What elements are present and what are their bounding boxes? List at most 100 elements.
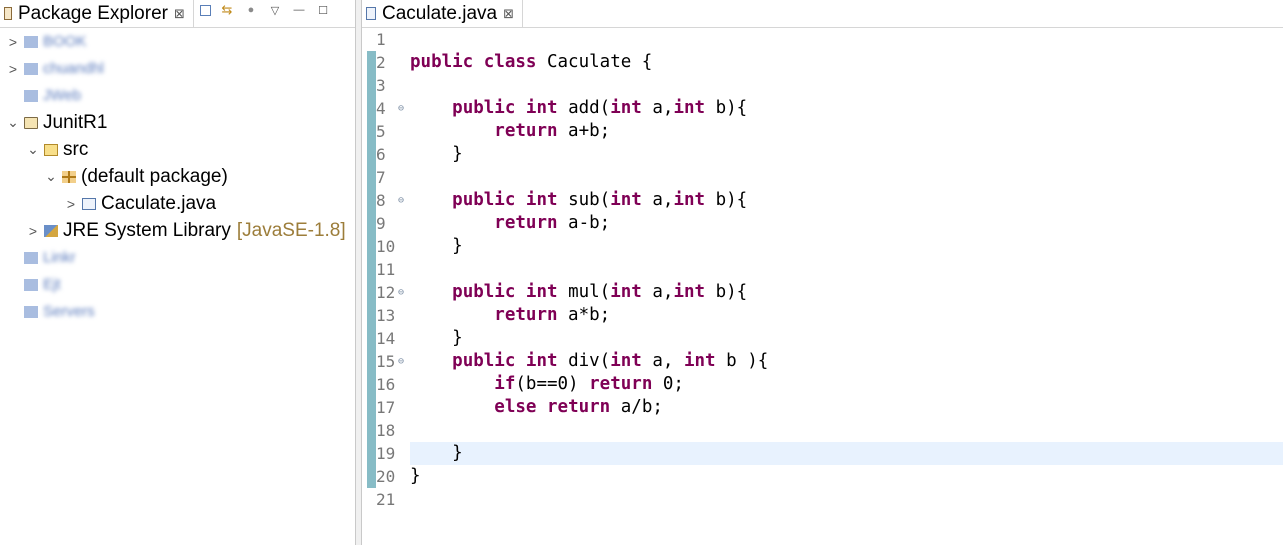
package-explorer-toolbar: ⇆ ● ▽ — ☐ — [200, 2, 331, 18]
keyword-token: int — [673, 98, 706, 118]
fold-collapse-icon[interactable]: ⊖ — [398, 281, 404, 304]
tree-item-label: JWeb — [43, 87, 82, 104]
code-line[interactable]: } — [410, 143, 1283, 166]
tree-item-jweb[interactable]: JWeb — [0, 82, 355, 109]
code-line[interactable]: } — [410, 327, 1283, 350]
fold-collapse-icon[interactable]: ⊖ — [398, 189, 404, 212]
tree-item-label: Ejt — [43, 276, 61, 293]
close-icon[interactable]: ⊠ — [503, 6, 514, 22]
line-number: 15 ⊖ — [376, 350, 406, 373]
keyword-token: public — [452, 282, 516, 302]
package-explorer-view: Package Explorer ⊠ ⇆ ● ▽ — ☐ > BOOK > ch… — [0, 0, 356, 545]
fold-collapse-icon[interactable]: ⊖ — [398, 350, 404, 373]
tab-caculate-java[interactable]: Caculate.java ⊠ — [362, 0, 524, 27]
code-line[interactable]: } — [410, 235, 1283, 258]
keyword-token: return — [589, 374, 653, 394]
tree-item-book[interactable]: > BOOK — [0, 28, 355, 55]
library-icon — [44, 224, 58, 237]
line-number: 5 — [376, 120, 406, 143]
fold-collapse-icon[interactable]: ⊖ — [398, 97, 404, 120]
tree-item-label: chuandhl — [43, 60, 104, 77]
code-line[interactable]: else return a/b; — [410, 396, 1283, 419]
source-folder-icon — [44, 143, 58, 156]
tree-item-default-package[interactable]: ⌄ (default package) — [0, 163, 355, 190]
code-line[interactable] — [410, 166, 1283, 189]
code-line[interactable]: return a-b; — [410, 212, 1283, 235]
keyword-token: return — [547, 397, 611, 417]
collapse-all-icon[interactable] — [200, 4, 211, 16]
tree-item-ejt[interactable]: Ejt — [0, 271, 355, 298]
chevron-right-icon[interactable]: > — [64, 196, 78, 212]
chevron-down-icon[interactable]: ⌄ — [44, 168, 58, 185]
project-icon — [24, 116, 38, 129]
code-line[interactable]: return a+b; — [410, 120, 1283, 143]
java-file-icon — [366, 7, 376, 20]
tree-item-project[interactable]: > chuandhl — [0, 55, 355, 82]
close-icon[interactable]: ⊠ — [174, 6, 185, 22]
tree-item-jre-library[interactable]: > JRE System Library [JavaSE-1.8] — [0, 217, 355, 244]
code-line[interactable]: return a*b; — [410, 304, 1283, 327]
tree-item-junitr1[interactable]: ⌄ JunitR1 — [0, 109, 355, 136]
code-line[interactable]: public int div(int a, int b ){ — [410, 350, 1283, 373]
keyword-token: int — [610, 351, 642, 371]
line-number: 7 — [376, 166, 406, 189]
tree-item-src[interactable]: ⌄ src — [0, 136, 355, 163]
view-menu-icon[interactable]: ▽ — [267, 2, 283, 18]
code-line[interactable]: } — [410, 442, 1283, 465]
code-token: } — [410, 236, 463, 256]
code-line[interactable] — [410, 28, 1283, 51]
code-line[interactable]: public int mul(int a,int b){ — [410, 281, 1283, 304]
code-line[interactable]: if(b==0) return 0; — [410, 373, 1283, 396]
tree-item-linkr[interactable]: Linkr — [0, 244, 355, 271]
code-area[interactable]: public class Caculate { public int add(i… — [410, 28, 1283, 511]
code-token: b ){ — [715, 351, 769, 371]
folder-icon — [24, 251, 38, 264]
folder-icon — [24, 305, 38, 318]
code-token: mul( — [557, 282, 611, 302]
editor-tabbar: Caculate.java ⊠ — [362, 0, 1283, 28]
line-number: 20 — [376, 465, 406, 488]
code-token: b){ — [705, 98, 748, 118]
change-ruler — [367, 28, 376, 545]
keyword-token: int — [610, 98, 642, 118]
code-token: } — [410, 443, 463, 463]
focus-on-active-task-icon[interactable]: ● — [243, 2, 259, 18]
tab-package-explorer[interactable]: Package Explorer ⊠ — [0, 0, 194, 27]
maximize-icon[interactable]: ☐ — [315, 2, 331, 18]
link-with-editor-icon[interactable]: ⇆ — [219, 2, 235, 18]
line-number: 19 — [376, 442, 406, 465]
code-line[interactable]: } — [410, 465, 1283, 488]
code-line[interactable] — [410, 74, 1283, 97]
chevron-right-icon[interactable]: > — [6, 34, 20, 50]
code-token: a, — [641, 351, 684, 371]
keyword-token: public — [452, 98, 516, 118]
chevron-down-icon[interactable]: ⌄ — [6, 114, 20, 131]
chevron-right-icon[interactable]: > — [26, 223, 40, 239]
code-line[interactable] — [410, 488, 1283, 511]
code-line[interactable] — [410, 419, 1283, 442]
code-line[interactable]: public int add(int a,int b){ — [410, 97, 1283, 120]
line-number-text: 7 — [376, 168, 386, 187]
code-token: Caculate { — [536, 52, 653, 72]
keyword-token: public — [410, 52, 474, 72]
code-token: add( — [557, 98, 611, 118]
code-line[interactable]: public int sub(int a,int b){ — [410, 189, 1283, 212]
tree-item-label: Linkr — [43, 249, 76, 266]
code-line[interactable]: public class Caculate { — [410, 51, 1283, 74]
line-number-text: 20 — [376, 467, 396, 486]
chevron-right-icon[interactable]: > — [6, 61, 20, 77]
folder-icon — [24, 62, 38, 75]
minimize-icon[interactable]: — — [291, 2, 307, 18]
chevron-down-icon[interactable]: ⌄ — [26, 141, 40, 158]
keyword-token: int — [673, 282, 706, 302]
tree-item-servers[interactable]: Servers — [0, 298, 355, 325]
code-line[interactable] — [410, 258, 1283, 281]
tree-item-label: JRE System Library — [63, 219, 231, 241]
tree-item-label: (default package) — [81, 165, 228, 187]
code-token: sub( — [557, 190, 611, 210]
tree-item-caculate-java[interactable]: > Caculate.java — [0, 190, 355, 217]
